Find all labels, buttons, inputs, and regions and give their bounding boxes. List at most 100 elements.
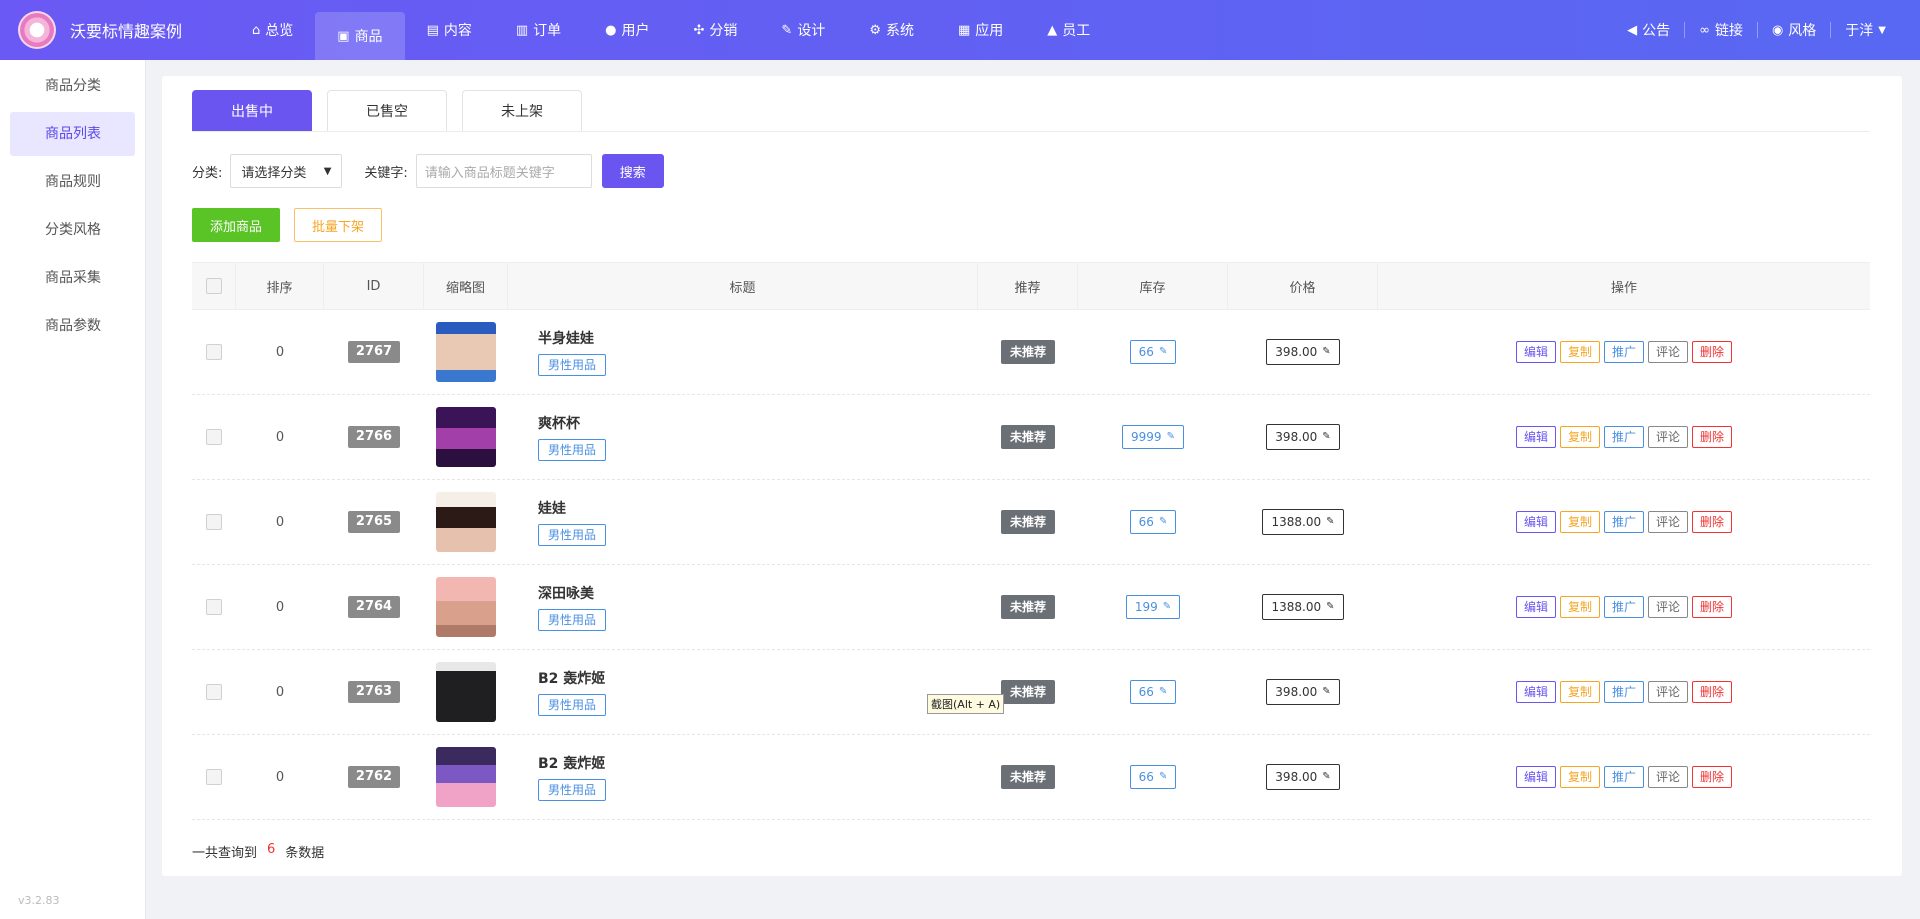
tab-0[interactable]: 出售中 — [192, 90, 312, 132]
nav-item-0[interactable]: ⌂ 总览 — [230, 0, 315, 60]
product-thumbnail[interactable] — [436, 492, 496, 552]
nav-item-3[interactable]: ▥ 订单 — [494, 0, 583, 60]
copy-button[interactable]: 复制 — [1559, 681, 1600, 703]
review-button[interactable]: 评论 — [1648, 766, 1689, 788]
sidebar-item-3[interactable]: 分类风格 — [10, 208, 135, 252]
review-button[interactable]: 评论 — [1648, 341, 1689, 363]
delete-button[interactable]: 删除 — [1692, 766, 1733, 788]
nav-right-item-0[interactable]: ◀ 公告 — [1613, 0, 1684, 60]
product-title[interactable]: 娃娃 — [538, 498, 566, 518]
price-edit[interactable]: 1388.00 ✎ — [1262, 509, 1344, 535]
promote-button[interactable]: 推广 — [1603, 341, 1644, 363]
price-edit[interactable]: 1388.00 ✎ — [1262, 594, 1344, 620]
recommend-badge[interactable]: 未推荐 — [1000, 425, 1055, 449]
row-checkbox[interactable] — [206, 769, 222, 785]
nav-item-9[interactable]: ▲ 员工 — [1025, 0, 1112, 60]
nav-right-item-1[interactable]: ∞ 链接 — [1685, 0, 1757, 60]
sidebar-item-4[interactable]: 商品采集 — [10, 256, 135, 300]
stock-edit[interactable]: 66 ✎ — [1129, 340, 1177, 364]
promote-button[interactable]: 推广 — [1603, 511, 1644, 533]
tab-1[interactable]: 已售空 — [327, 90, 447, 132]
stock-edit[interactable]: 66 ✎ — [1129, 510, 1177, 534]
price-edit[interactable]: 398.00 ✎ — [1266, 764, 1340, 790]
review-button[interactable]: 评论 — [1648, 596, 1689, 618]
product-title[interactable]: B2 轰炸姬 — [538, 753, 605, 773]
select-all-checkbox[interactable] — [205, 278, 222, 294]
stock-edit[interactable]: 66 ✎ — [1129, 680, 1177, 704]
row-checkbox[interactable] — [206, 344, 222, 360]
sidebar-item-2[interactable]: 商品规则 — [10, 160, 135, 204]
user-menu[interactable]: 于洋 ▼ — [1831, 0, 1900, 60]
nav-item-6[interactable]: ✎ 设计 — [759, 0, 847, 60]
sidebar-item-5[interactable]: 商品参数 — [10, 304, 135, 348]
nav-item-1[interactable]: ▣ 商品 — [315, 12, 405, 60]
edit-button[interactable]: 编辑 — [1515, 341, 1556, 363]
nav-right-item-2[interactable]: ◉ 风格 — [1758, 0, 1830, 60]
edit-button[interactable]: 编辑 — [1515, 511, 1556, 533]
recommend-badge[interactable]: 未推荐 — [1000, 510, 1055, 534]
product-thumbnail[interactable] — [436, 747, 496, 807]
delete-button[interactable]: 删除 — [1692, 596, 1733, 618]
recommend-badge[interactable]: 未推荐 — [1000, 340, 1055, 364]
delete-button[interactable]: 删除 — [1692, 511, 1733, 533]
stock-edit[interactable]: 9999 ✎ — [1122, 425, 1184, 449]
sidebar-item-0[interactable]: 商品分类 — [10, 64, 135, 108]
copy-button[interactable]: 复制 — [1559, 596, 1600, 618]
add-product-button[interactable]: 添加商品 — [192, 208, 280, 242]
header-sort: 排序 — [236, 263, 324, 309]
edit-button[interactable]: 编辑 — [1515, 426, 1556, 448]
tab-2[interactable]: 未上架 — [462, 90, 582, 132]
price-edit[interactable]: 398.00 ✎ — [1266, 339, 1340, 365]
batch-delist-button[interactable]: 批量下架 — [294, 208, 382, 242]
delete-button[interactable]: 删除 — [1692, 426, 1733, 448]
nav-item-5[interactable]: ✣ 分销 — [672, 0, 760, 60]
copy-button[interactable]: 复制 — [1559, 426, 1600, 448]
product-title[interactable]: 深田咏美 — [538, 583, 594, 603]
edit-button[interactable]: 编辑 — [1515, 766, 1556, 788]
page-scrollbar[interactable] — [1902, 60, 1920, 919]
copy-button[interactable]: 复制 — [1559, 511, 1600, 533]
nav-item-7[interactable]: ⚙ 系统 — [847, 0, 936, 60]
promote-button[interactable]: 推广 — [1603, 681, 1644, 703]
product-thumbnail[interactable] — [436, 322, 496, 382]
copy-button[interactable]: 复制 — [1559, 766, 1600, 788]
product-thumbnail[interactable] — [436, 662, 496, 722]
row-checkbox[interactable] — [206, 684, 222, 700]
stock-edit[interactable]: 199 ✎ — [1125, 595, 1181, 619]
row-checkbox[interactable] — [206, 514, 222, 530]
promote-button[interactable]: 推广 — [1603, 426, 1644, 448]
row-checkbox[interactable] — [206, 599, 222, 615]
product-thumbnail[interactable] — [436, 577, 496, 637]
brand[interactable]: 沃要标情趣案例 — [0, 11, 230, 49]
promote-button[interactable]: 推广 — [1603, 596, 1644, 618]
price-edit[interactable]: 398.00 ✎ — [1266, 424, 1340, 450]
nav-item-2[interactable]: ▤ 内容 — [405, 0, 494, 60]
edit-button[interactable]: 编辑 — [1515, 596, 1556, 618]
delete-button[interactable]: 删除 — [1692, 341, 1733, 363]
copy-button[interactable]: 复制 — [1559, 341, 1600, 363]
stock-edit[interactable]: 66 ✎ — [1129, 765, 1177, 789]
review-button[interactable]: 评论 — [1648, 426, 1689, 448]
product-thumbnail[interactable] — [436, 407, 496, 467]
recommend-badge[interactable]: 未推荐 — [1000, 765, 1055, 789]
nav-item-8[interactable]: ▦ 应用 — [936, 0, 1025, 60]
promote-button[interactable]: 推广 — [1603, 766, 1644, 788]
recommend-badge[interactable]: 未推荐 — [1000, 595, 1055, 619]
delete-button[interactable]: 删除 — [1692, 681, 1733, 703]
operation-buttons: 编辑 复制 推广 评论 删除 — [1515, 511, 1733, 533]
row-checkbox[interactable] — [206, 429, 222, 445]
category-select[interactable]: 请选择分类 ▼ — [230, 154, 343, 188]
price-edit[interactable]: 398.00 ✎ — [1266, 679, 1340, 705]
sidebar-item-1[interactable]: 商品列表 — [10, 112, 135, 156]
id-badge: 2766 — [347, 426, 401, 448]
product-title[interactable]: 爽杯杯 — [538, 413, 580, 433]
keyword-input[interactable]: 请输入商品标题关键字 — [415, 154, 592, 188]
product-title[interactable]: B2 轰炸姬 — [538, 668, 605, 688]
product-title[interactable]: 半身娃娃 — [538, 328, 594, 348]
review-button[interactable]: 评论 — [1648, 511, 1689, 533]
review-button[interactable]: 评论 — [1648, 681, 1689, 703]
recommend-badge[interactable]: 未推荐 — [1000, 680, 1055, 704]
edit-button[interactable]: 编辑 — [1515, 681, 1556, 703]
nav-item-4[interactable]: ● 用户 — [583, 0, 671, 60]
search-button[interactable]: 搜索 — [601, 154, 664, 188]
